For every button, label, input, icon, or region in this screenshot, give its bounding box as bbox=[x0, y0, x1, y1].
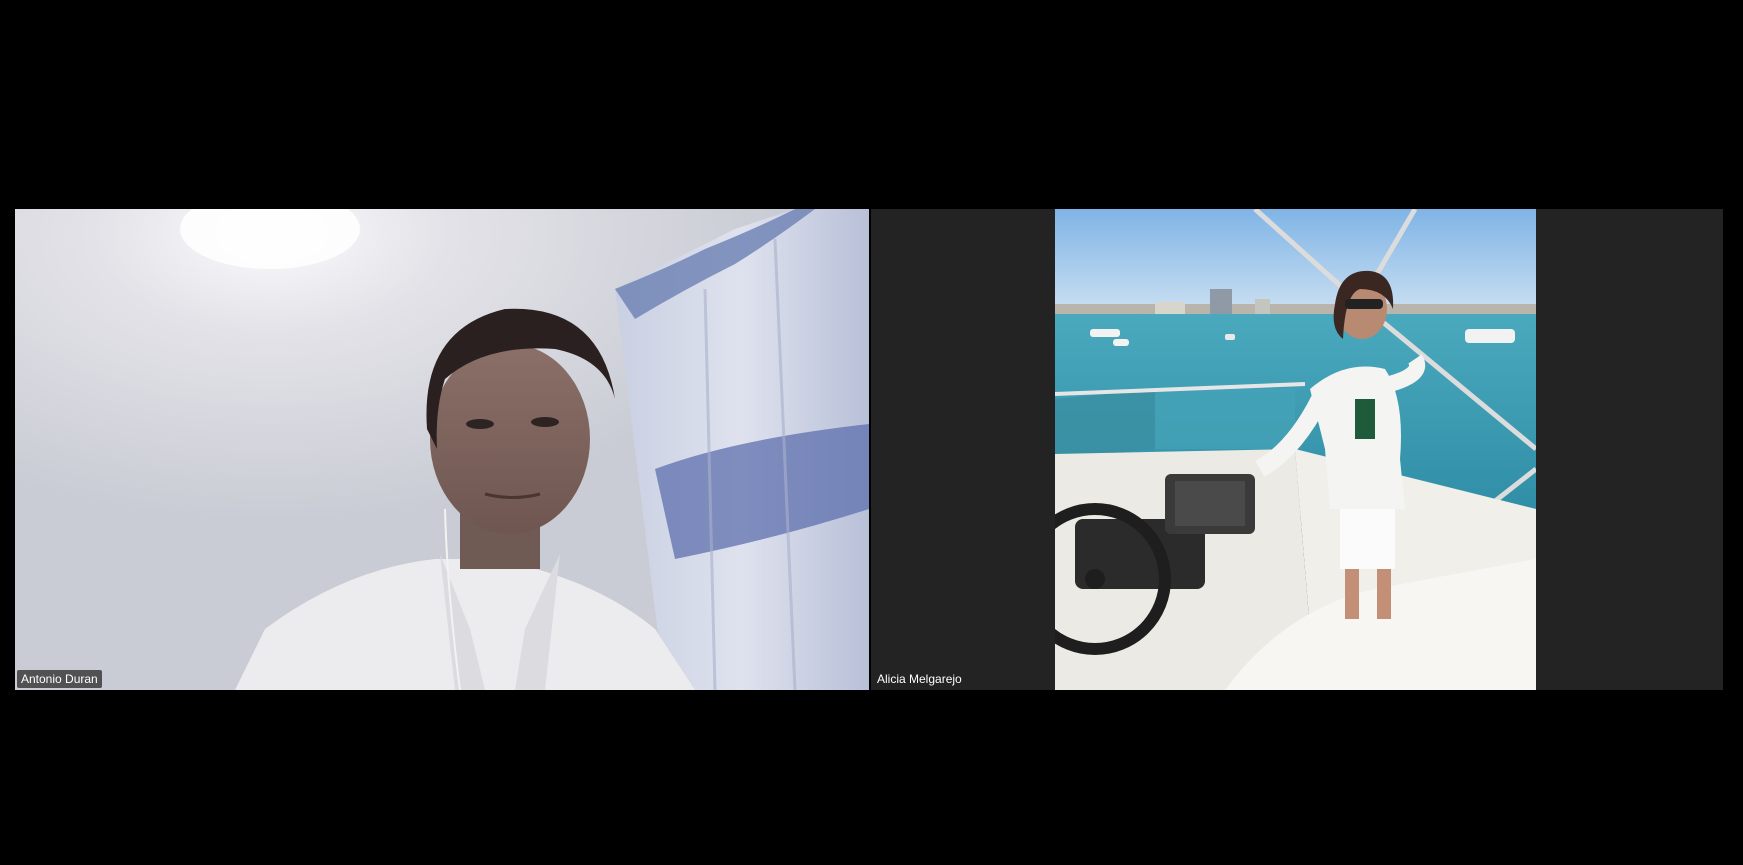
meeting-gallery-view: Antonio Duran Alicia Melgarejo bbox=[0, 0, 1743, 865]
participant-name-label: Alicia Melgarejo bbox=[877, 672, 962, 686]
participant-tile-alicia[interactable]: Alicia Melgarejo bbox=[871, 209, 1723, 690]
participant-name-label: Antonio Duran bbox=[17, 670, 102, 688]
participant-tile-antonio[interactable]: Antonio Duran bbox=[15, 209, 869, 690]
participant-profile-photo bbox=[1055, 209, 1536, 690]
participant-video-feed bbox=[15, 209, 869, 690]
